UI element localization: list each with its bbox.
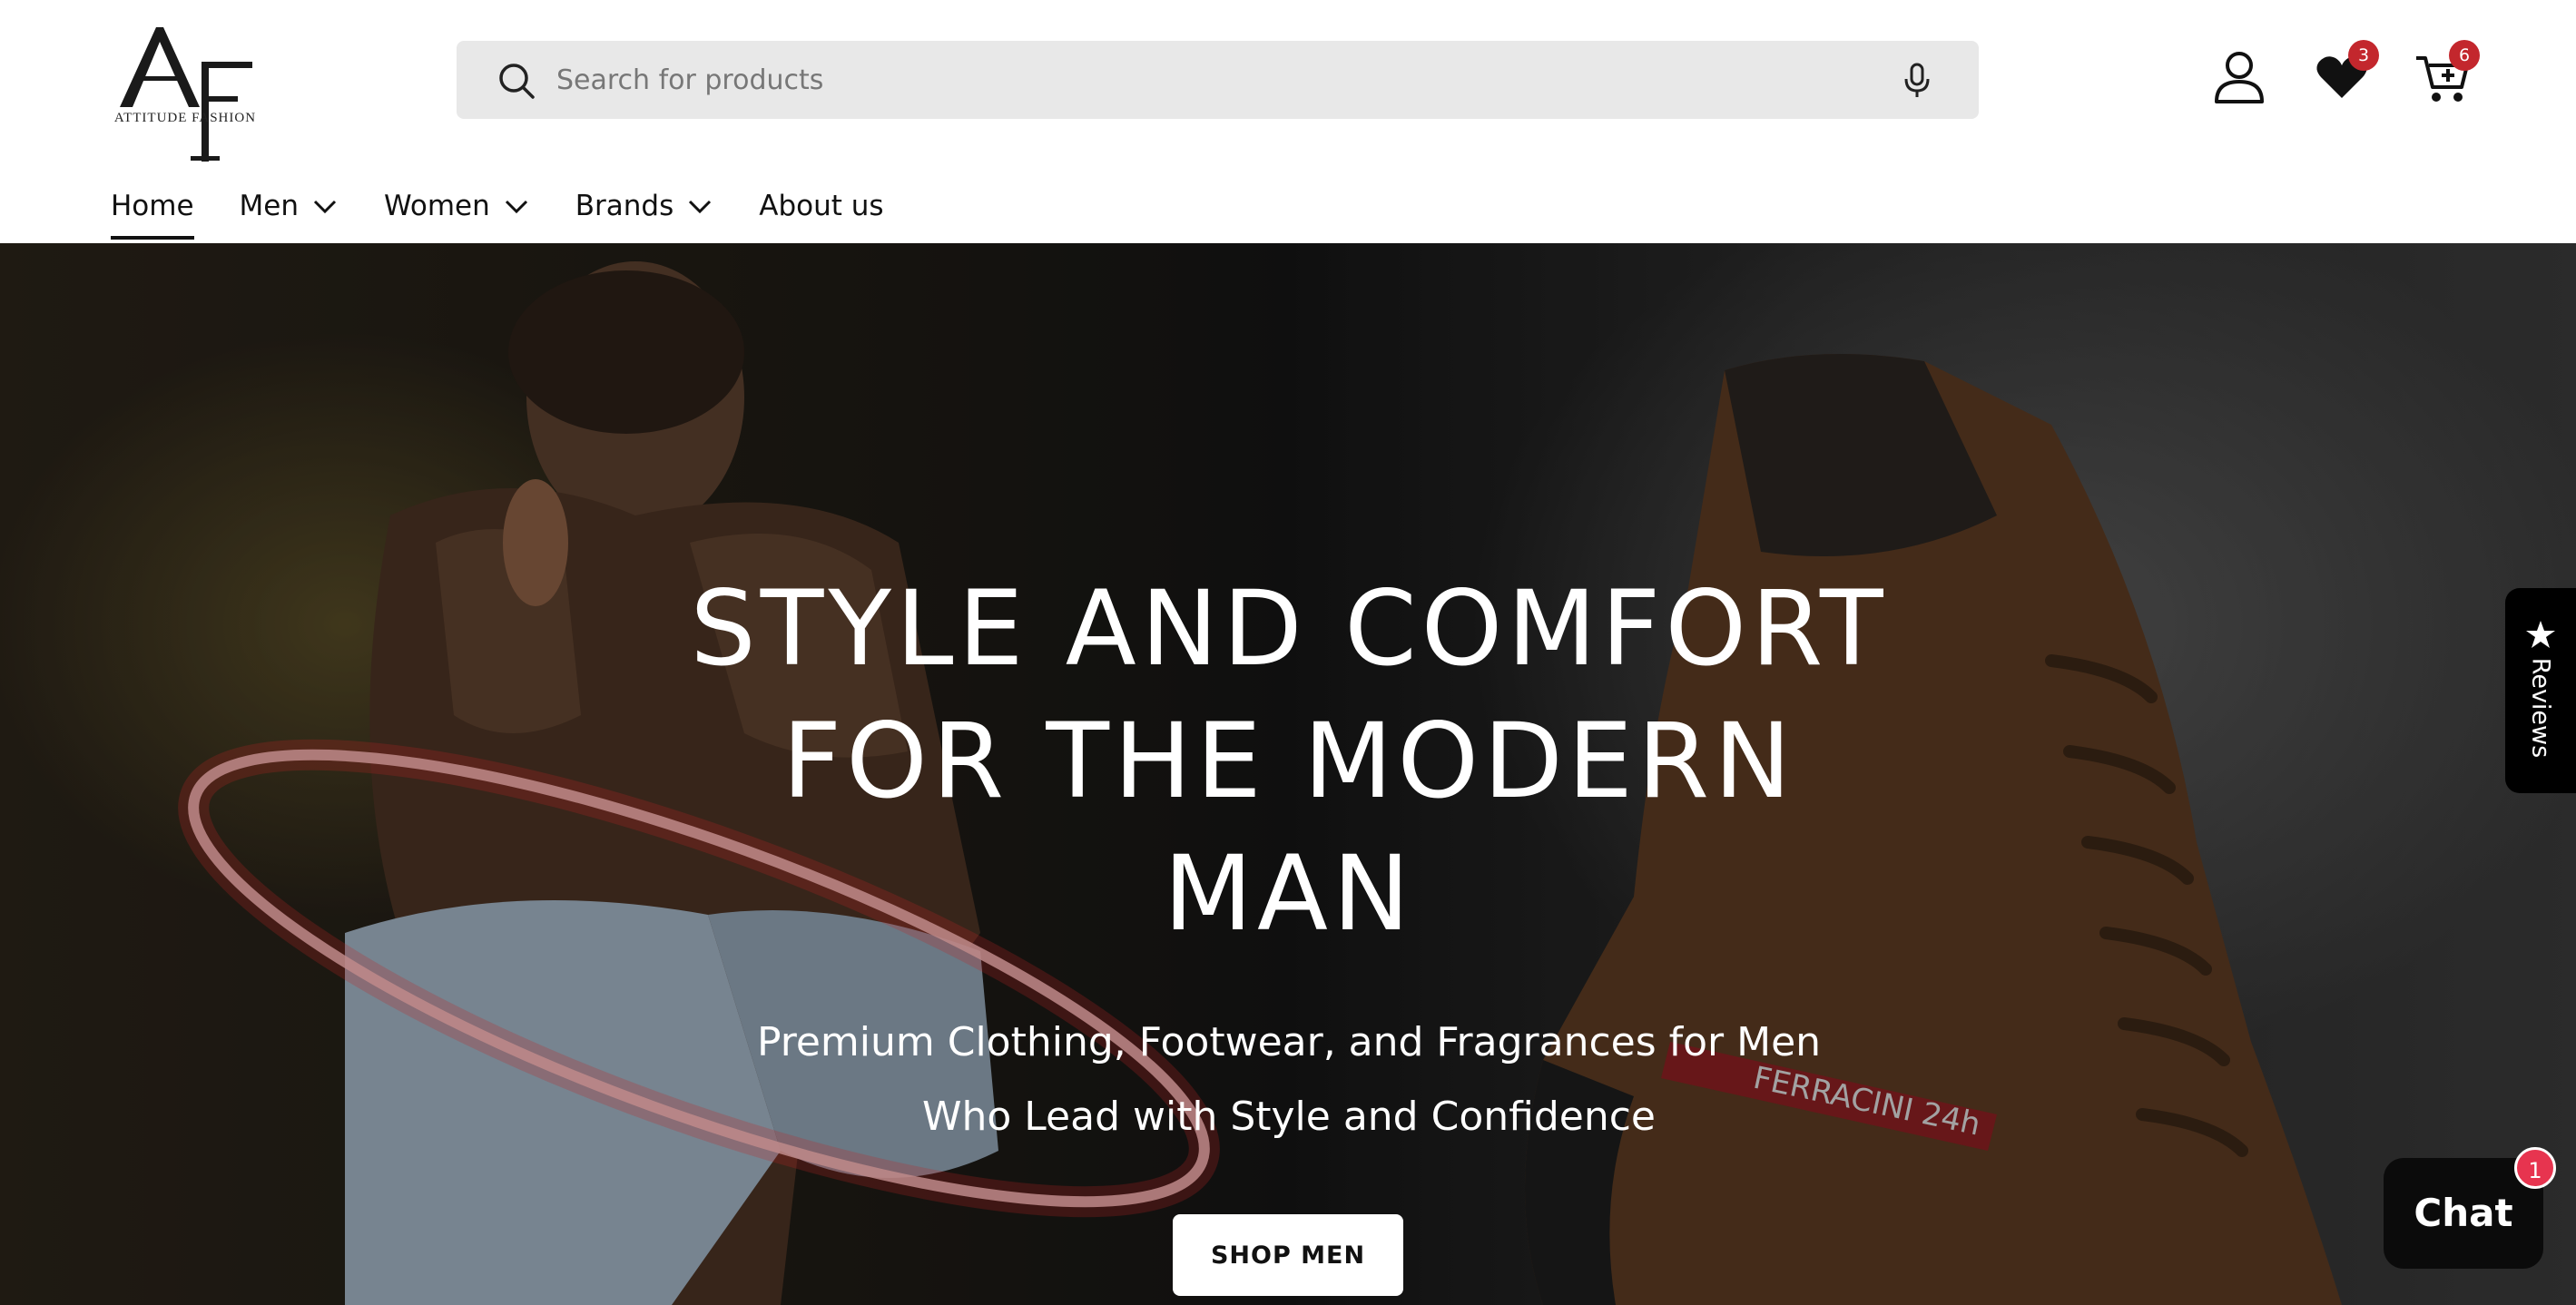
wishlist-count-badge: 3 bbox=[2348, 40, 2379, 71]
chat-widget-button[interactable]: Chat 1 bbox=[2384, 1147, 2556, 1269]
reviews-tab[interactable]: Reviews bbox=[2505, 588, 2576, 793]
logo-monogram-icon bbox=[120, 27, 252, 162]
site-header: ATTITUDE FASHION 3 bbox=[0, 0, 2576, 243]
nav-item-label: Home bbox=[111, 190, 194, 222]
hero-title: STYLE AND COMFORT FOR THE MODERN MAN bbox=[690, 568, 1888, 954]
nav-item-label: Women bbox=[384, 190, 490, 222]
nav-item-label: About us bbox=[759, 190, 884, 222]
microphone-icon[interactable] bbox=[1896, 59, 1938, 101]
nav-item-women[interactable]: Women bbox=[384, 182, 530, 231]
search-input[interactable] bbox=[556, 41, 1873, 119]
nav-item-label: Brands bbox=[575, 190, 674, 222]
reviews-tab-label: Reviews bbox=[2526, 657, 2555, 759]
logo-wordmark: ATTITUDE FASHION bbox=[113, 111, 257, 125]
nav-item-home[interactable]: Home bbox=[111, 182, 194, 240]
nav-item-label: Men bbox=[239, 190, 300, 222]
star-icon bbox=[2526, 621, 2555, 648]
chevron-down-icon bbox=[689, 200, 712, 214]
shop-men-button[interactable]: SHOP MEN bbox=[1173, 1214, 1403, 1296]
account-icon bbox=[2215, 52, 2264, 103]
wishlist-button[interactable]: 3 bbox=[2310, 40, 2379, 109]
search-bar bbox=[457, 41, 1979, 119]
search-icon[interactable] bbox=[497, 61, 536, 101]
hero-subtitle: Premium Clothing, Footwear, and Fragranc… bbox=[756, 1019, 1822, 1140]
chevron-down-icon bbox=[505, 200, 527, 214]
cart-count-badge: 6 bbox=[2449, 40, 2480, 71]
brand-logo[interactable]: ATTITUDE FASHION bbox=[113, 24, 258, 162]
chat-unread-badge: 1 bbox=[2514, 1147, 2556, 1189]
nav-item-about-us[interactable]: About us bbox=[759, 182, 883, 231]
nav-item-brands[interactable]: Brands bbox=[575, 182, 714, 231]
hero-banner: FERRACINI 24h STYLE AND COMFORT FOR THE … bbox=[0, 243, 2576, 1305]
account-button[interactable] bbox=[2207, 45, 2271, 109]
main-nav: Home Men Women Brands About us bbox=[111, 182, 929, 243]
cart-button[interactable]: 6 bbox=[2411, 40, 2480, 109]
nav-item-men[interactable]: Men bbox=[240, 182, 339, 231]
chevron-down-icon bbox=[313, 200, 337, 214]
